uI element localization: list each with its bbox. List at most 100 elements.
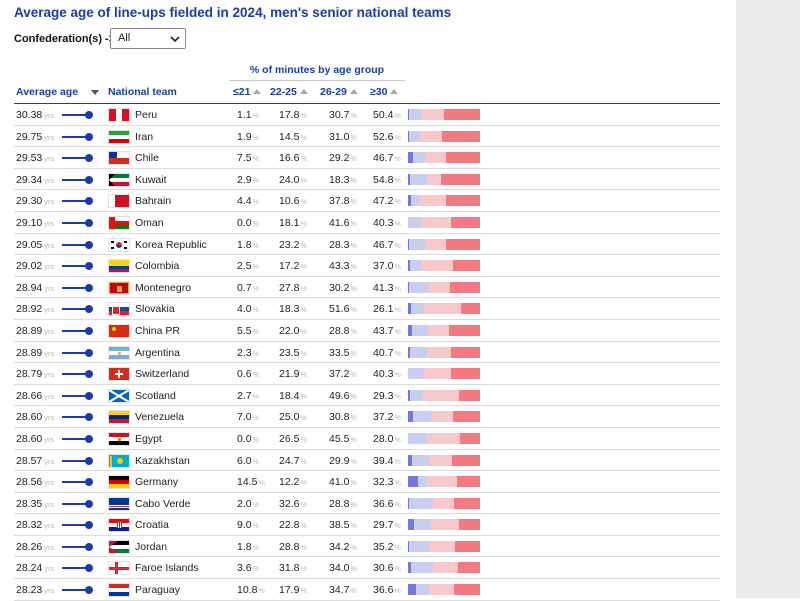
pct-under-21: 0.7% xyxy=(237,282,259,294)
pct-under-21: 0.0% xyxy=(237,433,259,445)
bar-segment-26-29 xyxy=(433,498,454,509)
avg-age-cell: 29.53yrs xyxy=(16,152,54,164)
pct-26-29: 33.5% xyxy=(329,347,357,359)
avg-age-cell: 29.34yrs xyxy=(16,174,54,186)
flag-icon xyxy=(108,497,130,511)
flag-icon xyxy=(108,194,130,208)
age-distribution-bar xyxy=(408,325,480,336)
pct-26-29: 34.0% xyxy=(329,562,357,574)
main-content: Average age of line-ups fielded in 2024,… xyxy=(0,0,736,598)
pct-under-21: 10.8% xyxy=(237,584,265,596)
age-slider-knob xyxy=(85,219,93,227)
age-slider-track xyxy=(62,438,88,440)
pct-22-25: 10.6% xyxy=(279,195,307,207)
bar-segment-26-29 xyxy=(431,411,453,422)
flag-icon xyxy=(108,389,130,403)
bar-segment-22-25 xyxy=(410,390,423,401)
bar-segment-22-25 xyxy=(412,455,430,466)
table-row[interactable]: 29.30yrsBahrain4.4%10.6%37.8%47.2% xyxy=(14,190,720,212)
age-distribution-bar xyxy=(408,584,480,595)
pct-under-21: 4.4% xyxy=(237,195,259,207)
col-under-21[interactable]: ≤21 xyxy=(233,86,261,98)
table-row[interactable]: 28.94yrsMontenegro0.7%27.8%30.2%41.3% xyxy=(14,277,720,299)
bar-segment-30-plus xyxy=(458,562,480,573)
bar-segment-22-25 xyxy=(413,411,431,422)
pct-under-21: 0.0% xyxy=(237,217,259,229)
table-row[interactable]: 28.79yrsSwitzerland0.6%21.9%37.2%40.3% xyxy=(14,363,720,385)
col-national-team[interactable]: National team xyxy=(108,86,177,98)
avg-age-cell: 29.10yrs xyxy=(16,217,54,229)
age-slider-knob xyxy=(85,370,93,378)
bar-segment-30-plus xyxy=(449,325,480,336)
team-name: Jordan xyxy=(135,541,167,553)
table-row[interactable]: 29.05yrsKorea Republic1.8%23.2%28.3%46.7… xyxy=(14,234,720,256)
bar-segment-30-plus xyxy=(442,131,480,142)
table-row[interactable]: 28.92yrsSlovakia4.0%18.3%51.6%26.1% xyxy=(14,298,720,320)
pct-under-21: 2.7% xyxy=(237,390,259,402)
pct-under-21: 4.0% xyxy=(237,303,259,315)
table-row[interactable]: 28.35yrsCabo Verde2.0%32.6%28.8%36.6% xyxy=(14,493,720,515)
col-22-25[interactable]: 22-25 xyxy=(270,86,308,98)
table-row[interactable]: 29.53yrsChile7.5%16.6%29.2%46.7% xyxy=(14,147,720,169)
table-row[interactable]: 28.66yrsScotland2.7%18.4%49.6%29.3% xyxy=(14,385,720,407)
pct-under-21: 1.1% xyxy=(237,109,259,121)
col-average-age[interactable]: Average age xyxy=(16,86,78,98)
pct-26-29: 41.6% xyxy=(329,217,357,229)
team-name: Iran xyxy=(135,131,153,143)
pct-under-21: 0.6% xyxy=(237,368,259,380)
page-title: Average age of line-ups fielded in 2024,… xyxy=(14,5,451,20)
team-name: Chile xyxy=(135,152,159,164)
avg-age-cell: 28.60yrs xyxy=(16,411,54,423)
table-row[interactable]: 29.75yrsIran1.9%14.5%31.0%52.6% xyxy=(14,126,720,148)
team-name: Egypt xyxy=(135,433,162,445)
table-row[interactable]: 28.60yrsVenezuela7.0%25.0%30.8%37.2% xyxy=(14,406,720,428)
flag-icon xyxy=(108,432,130,446)
avg-age-cell: 28.56yrs xyxy=(16,476,54,488)
table-row[interactable]: 28.23yrsParaguay10.8%17.9%34.7%36.6% xyxy=(14,579,720,601)
pct-26-29: 31.0% xyxy=(329,131,357,143)
bar-segment-22-25 xyxy=(413,152,425,163)
bar-segment-30-plus xyxy=(454,498,480,509)
age-slider-knob xyxy=(85,284,93,292)
pct-26-29: 37.8% xyxy=(329,195,357,207)
table-row[interactable]: 28.24yrsFaroe Islands3.6%31.8%34.0%30.6% xyxy=(14,557,720,579)
table-row[interactable]: 28.32yrsCroatia9.0%22.8%38.5%29.7% xyxy=(14,514,720,536)
avg-age-cell: 28.79yrs xyxy=(16,368,54,380)
table-row[interactable]: 29.10yrsOman0.0%18.1%41.6%40.3% xyxy=(14,212,720,234)
age-slider-track xyxy=(62,416,88,418)
pct-22-25: 28.8% xyxy=(279,541,307,553)
table-row[interactable]: 30.38yrsPeru1.1%17.8%30.7%50.4% xyxy=(14,104,720,126)
table-row[interactable]: 29.02yrsColombia2.5%17.2%43.3%37.0% xyxy=(14,255,720,277)
col-26-29[interactable]: 26-29 xyxy=(320,86,358,98)
table-row[interactable]: 28.56yrsGermany14.5%12.2%41.0%32.3% xyxy=(14,471,720,493)
pct-30-plus: 36.6% xyxy=(373,498,401,510)
table-row[interactable]: 28.89yrsChina PR5.5%22.0%28.8%43.7% xyxy=(14,320,720,342)
sort-asc-icon xyxy=(300,89,308,94)
sort-desc-icon[interactable] xyxy=(91,90,99,95)
table-row[interactable]: 28.57yrsKazakhstan6.0%24.7%29.9%39.4% xyxy=(14,450,720,472)
pct-26-29: 37.2% xyxy=(329,368,357,380)
bar-segment-22-25 xyxy=(409,498,432,509)
pct-30-plus: 35.2% xyxy=(373,541,401,553)
age-slider-knob xyxy=(85,327,93,335)
pct-22-25: 23.5% xyxy=(279,347,307,359)
pct-26-29: 34.7% xyxy=(329,584,357,596)
age-slider-track xyxy=(62,265,88,267)
col-30-plus[interactable]: ≥30 xyxy=(370,86,398,98)
team-name: Paraguay xyxy=(135,584,180,596)
bar-segment-30-plus xyxy=(446,195,480,206)
table-row[interactable]: 29.34yrsKuwait2.9%24.0%18.3%54.8% xyxy=(14,169,720,191)
pct-30-plus: 50.4% xyxy=(373,109,401,121)
bar-segment-30-plus xyxy=(453,411,480,422)
table-row[interactable]: 28.26yrsJordan1.8%28.8%34.2%35.2% xyxy=(14,536,720,558)
bar-segment-30-plus xyxy=(455,541,480,552)
table-row[interactable]: 28.89yrsArgentina2.3%23.5%33.5%40.7% xyxy=(14,342,720,364)
bar-segment-30-plus xyxy=(450,282,480,293)
flag-icon xyxy=(108,583,130,597)
flag-icon xyxy=(108,346,130,360)
confederation-select[interactable]: All xyxy=(110,28,186,49)
pct-22-25: 23.2% xyxy=(279,239,307,251)
table-row[interactable]: 28.60yrsEgypt0.0%26.5%45.5%28.0% xyxy=(14,428,720,450)
bar-segment-under-21 xyxy=(408,584,416,595)
flag-icon xyxy=(108,302,130,316)
